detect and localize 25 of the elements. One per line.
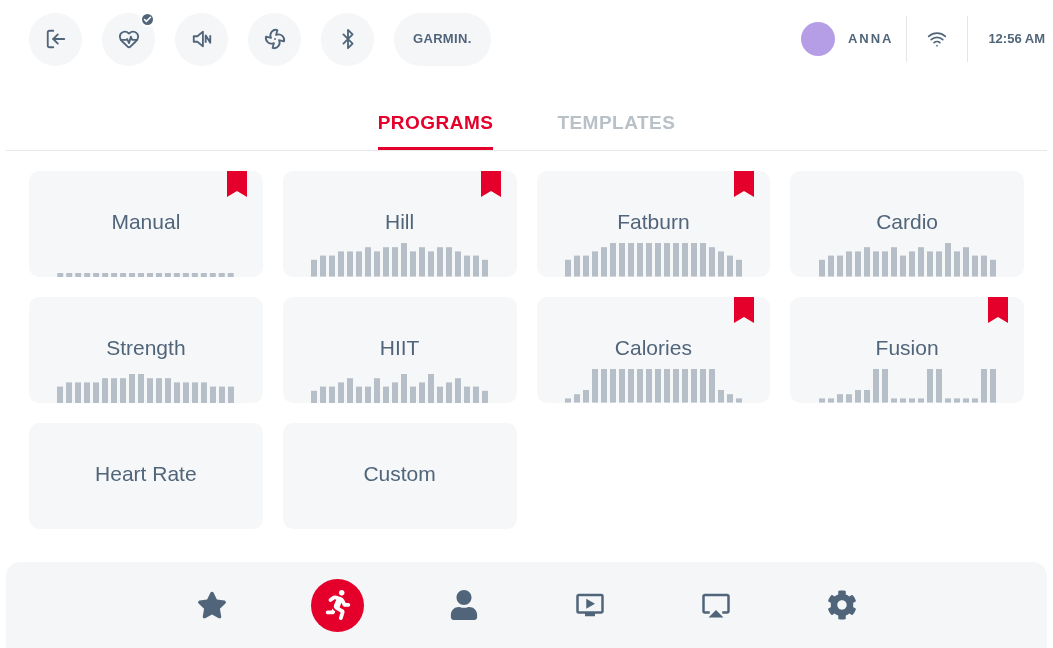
exit-button[interactable] bbox=[29, 12, 82, 66]
program-card[interactable]: HIIT bbox=[282, 297, 517, 403]
program-card[interactable]: Calories bbox=[536, 297, 771, 403]
user-name: ANNA bbox=[848, 30, 894, 49]
fan-icon bbox=[263, 28, 286, 50]
program-card[interactable]: Custom bbox=[282, 423, 517, 529]
heart-rate-button[interactable] bbox=[102, 12, 155, 66]
program-card[interactable]: Heart Rate bbox=[29, 423, 263, 529]
speaker-icon bbox=[190, 28, 213, 50]
brand-button[interactable]: GARMIN. bbox=[394, 12, 491, 66]
program-card[interactable]: Strength bbox=[29, 297, 263, 403]
bluetooth-button[interactable] bbox=[321, 12, 374, 66]
heart-pulse-icon bbox=[117, 28, 140, 50]
program-card[interactable]: Fusion bbox=[790, 297, 1024, 403]
program-card[interactable]: Cardio bbox=[790, 171, 1024, 277]
tab[interactable]: PROGRAMS bbox=[377, 100, 494, 150]
program-card[interactable]: Hill bbox=[282, 171, 517, 277]
fan-button[interactable] bbox=[248, 12, 301, 66]
program-card[interactable]: Fatburn bbox=[536, 171, 771, 277]
wifi-icon bbox=[927, 29, 948, 49]
program-card[interactable]: Manual bbox=[29, 171, 263, 277]
runner-icon[interactable] bbox=[311, 578, 364, 632]
clock-time: 12:56 AM bbox=[988, 30, 1045, 49]
speaker-button[interactable] bbox=[175, 12, 228, 66]
door-arrow-icon bbox=[44, 28, 67, 50]
